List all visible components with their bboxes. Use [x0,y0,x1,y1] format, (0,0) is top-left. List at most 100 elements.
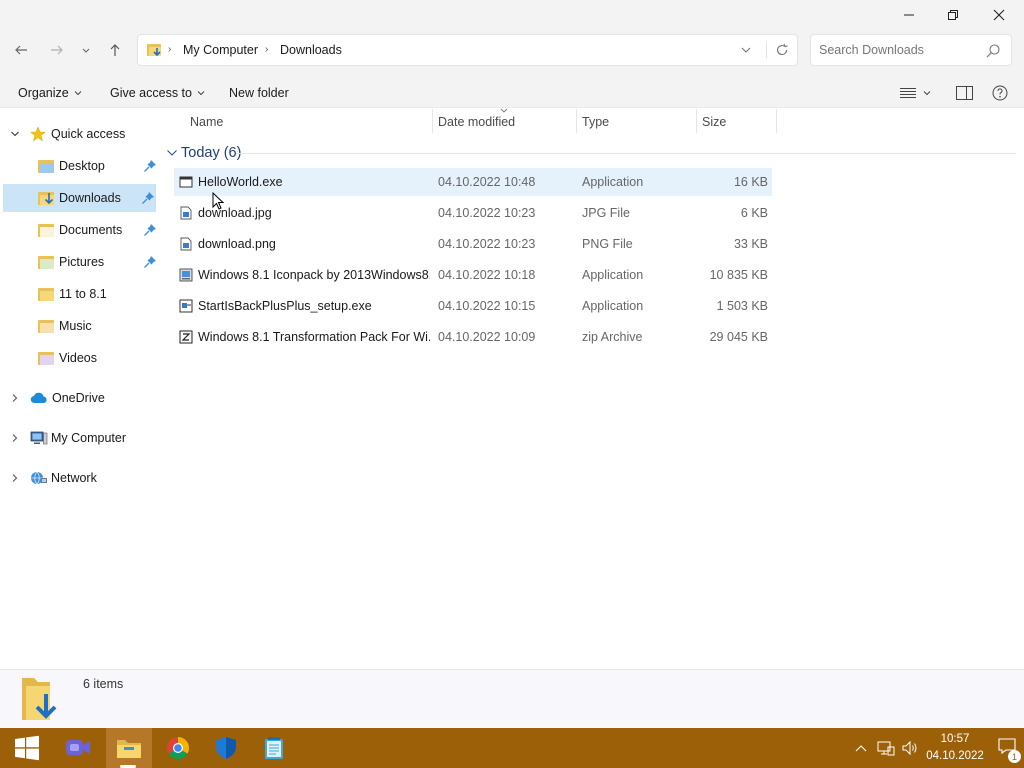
file-row[interactable]: StartIsBackPlusPlus_setup.exe 04.10.2022… [174,292,772,320]
nav-onedrive[interactable]: OneDrive [0,384,157,412]
nav-item-pictures[interactable]: Pictures [0,248,157,276]
file-date: 04.10.2022 10:15 [438,299,536,313]
new-folder-button[interactable]: New folder [229,84,289,102]
chevron-right-icon [12,434,18,442]
pin-icon [144,256,156,268]
file-size: 10 835 KB [709,268,768,282]
volume-button[interactable] [900,738,920,758]
file-name: HelloWorld.exe [198,175,283,189]
computer-icon [30,431,48,445]
chevron-down-icon [167,150,177,156]
details-view-icon [900,88,916,98]
chevron-right-icon [12,394,18,402]
column-separator[interactable] [776,109,777,133]
nav-network[interactable]: Network [0,464,157,492]
nav-quick-access-label: Quick access [51,127,126,141]
give-access-menu[interactable]: Give access to [110,84,206,102]
nav-item-downloads[interactable]: Downloads [3,184,156,212]
address-bar[interactable]: › My Computer › Downloads [137,34,798,66]
zip-archive-icon [179,330,193,344]
clock[interactable]: 10:57 04.10.2022 [924,731,986,765]
file-row[interactable]: Windows 8.1 Iconpack by 2013Windows8... … [174,261,772,289]
column-header-date[interactable]: Date modified [438,113,515,131]
shield-icon [216,737,236,759]
breadcrumb-my-computer[interactable]: My Computer [183,43,258,57]
title-bar [0,0,1024,30]
nav-item-videos[interactable]: Videos [0,344,157,372]
chevron-down-icon [923,91,931,96]
file-row[interactable]: download.png 04.10.2022 10:23 PNG File 3… [174,230,772,258]
network-status-button[interactable] [876,738,896,758]
group-divider [236,153,1016,154]
up-button[interactable] [102,38,128,62]
minimize-icon [904,14,914,16]
give-access-label: Give access to [110,86,192,100]
forward-button[interactable] [44,38,70,62]
search-input[interactable]: Search Downloads [819,43,924,57]
breadcrumb-separator: › [168,44,172,55]
close-button[interactable] [976,0,1022,30]
nav-my-computer[interactable]: My Computer [0,424,157,452]
network-icon [31,471,47,485]
file-row[interactable]: HelloWorld.exe 04.10.2022 10:48 Applicat… [174,168,772,196]
preview-pane-button[interactable] [956,84,973,102]
nav-item-label: Videos [59,351,97,365]
close-icon [993,9,1005,21]
application-icon [179,176,193,188]
taskbar-teams-chat[interactable] [58,728,98,768]
file-type: zip Archive [582,330,643,344]
column-separator[interactable] [576,109,577,133]
group-header-today[interactable]: Today (6) [166,143,241,163]
start-button[interactable] [7,728,47,768]
help-button[interactable] [992,84,1008,102]
arrow-up-icon [110,44,120,56]
group-header-label: Today (6) [181,145,242,161]
details-pane [0,669,1024,728]
organize-menu[interactable]: Organize [18,84,83,102]
column-separator[interactable] [696,109,697,133]
chrome-icon [167,737,189,759]
nav-item-11-to-8-1[interactable]: 11 to 8.1 [0,280,157,308]
refresh-icon [776,43,788,56]
setup-icon [179,299,193,313]
file-size: 29 045 KB [709,330,768,344]
arrow-left-icon [15,45,27,55]
nav-item-music[interactable]: Music [0,312,157,340]
chevron-down-icon [82,48,90,53]
file-row[interactable]: download.jpg 04.10.2022 10:23 JPG File 6… [174,199,772,227]
help-icon [992,85,1008,101]
refresh-button[interactable] [766,42,794,58]
documents-folder-icon [38,223,54,237]
recent-locations-button[interactable] [74,38,98,62]
breadcrumb-downloads[interactable]: Downloads [280,43,342,57]
item-count: 6 items [83,677,124,691]
nav-item-documents[interactable]: Documents [0,216,157,244]
new-folder-label: New folder [229,86,289,100]
file-row[interactable]: Windows 8.1 Transformation Pack For Wi..… [174,323,772,351]
column-separator[interactable] [432,109,433,133]
restore-button[interactable] [930,0,976,30]
column-header-size[interactable]: Size [702,113,726,131]
breadcrumb-separator: › [265,44,269,55]
file-size: 6 KB [740,206,768,220]
nav-quick-access[interactable]: Quick access [0,120,157,148]
file-size: 16 KB [733,175,768,189]
taskbar-security[interactable] [206,728,246,768]
minimize-button[interactable] [886,0,932,30]
speaker-icon [902,740,917,756]
view-options-button[interactable] [900,84,938,102]
back-button[interactable] [8,38,34,62]
taskbar-chrome[interactable] [158,728,198,768]
taskbar-file-explorer[interactable] [109,728,149,768]
column-header-name[interactable]: Name [190,113,223,131]
file-type: Application [582,299,644,313]
ethernet-icon [877,741,895,756]
search-box[interactable]: Search Downloads [810,34,1012,66]
taskbar-notepad[interactable] [254,728,294,768]
nav-item-desktop[interactable]: Desktop [0,152,157,180]
chevron-down-icon [11,131,19,137]
column-header-type[interactable]: Type [582,113,609,131]
address-history-dropdown[interactable] [740,44,752,56]
restore-icon [948,10,958,20]
show-hidden-icons-button[interactable] [852,738,870,758]
